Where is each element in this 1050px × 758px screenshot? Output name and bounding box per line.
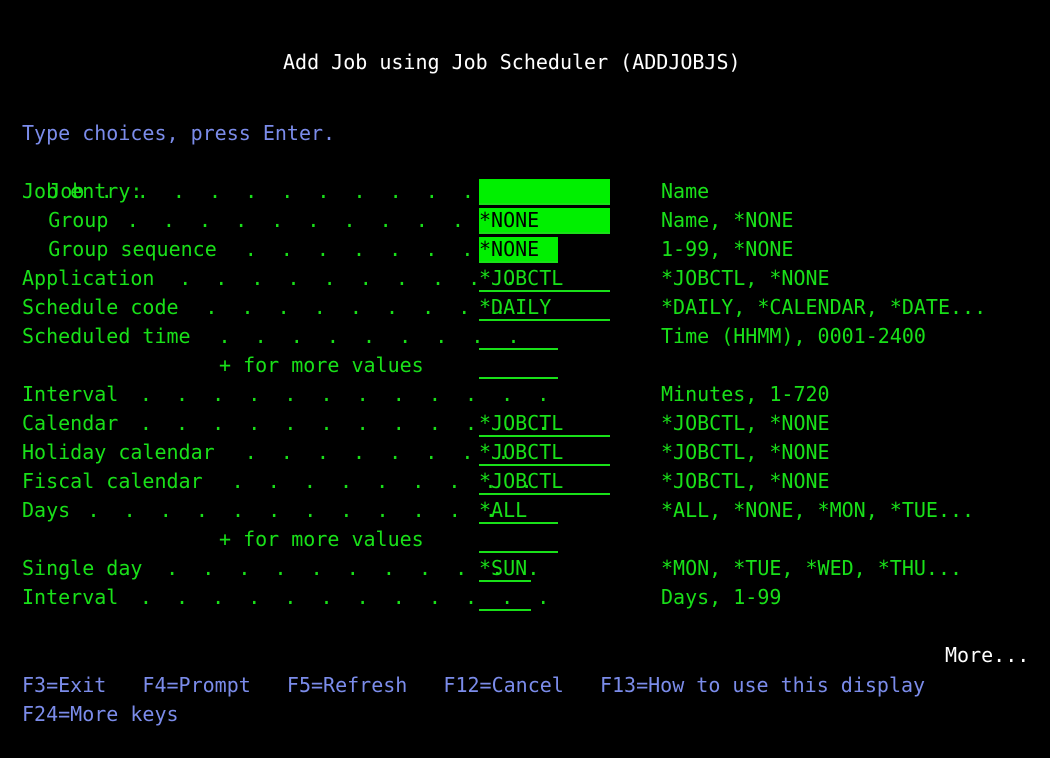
- field-help-text: Time (HHMM), 0001-2400: [661, 322, 926, 351]
- field-help-text: *JOBCTL, *NONE: [661, 467, 830, 496]
- field-help-text: *JOBCTL, *NONE: [661, 409, 830, 438]
- field-help-text: *ALL, *NONE, *MON, *TUE...: [661, 496, 974, 525]
- field-row: Calendar. . . . . . . . . . . .*JOBCTL*J…: [0, 409, 1050, 438]
- field-help-text: Name, *NONE: [661, 206, 793, 235]
- field-leader-dots: . . . . . . . .: [245, 438, 510, 467]
- field-help-text: Name: [661, 177, 709, 206]
- field-help-text: Days, 1-99: [661, 583, 781, 612]
- field-input[interactable]: [479, 585, 531, 611]
- field-label: Schedule code: [22, 293, 179, 322]
- field-row: Holiday calendar . . . . . . . .*JOBCTL *J…: [0, 438, 1050, 467]
- field-input[interactable]: *NONE: [479, 237, 558, 263]
- field-help-text: *JOBCTL, *NONE: [661, 264, 830, 293]
- function-keys-line-2[interactable]: F24=More keys: [22, 700, 179, 729]
- field-row: Group sequence . . . . . . .*NONE 1-99, *N…: [0, 235, 1050, 264]
- field-row: + for more values: [0, 351, 1050, 380]
- field-label: Days: [22, 496, 70, 525]
- field-label: Single day: [22, 554, 142, 583]
- field-row: Interval. . . . . . . . . . . .Days, 1-9…: [0, 583, 1050, 612]
- field-leader-dots: . . . . . . . . . . . .: [88, 496, 497, 525]
- field-row: Interval . . . . . . . . . . . . Minutes, …: [0, 380, 1050, 409]
- field-row: Single day. . . . . . . . . . .*SUN*MON,…: [0, 554, 1050, 583]
- field-label: Interval: [22, 380, 118, 409]
- field-row: Scheduled time . . . . . . . . . Time (HHM…: [0, 322, 1050, 351]
- instruction-row: Type choices, press Enter.: [0, 90, 1050, 119]
- field-leader-dots: . . . . . . . . . . . .: [140, 380, 549, 409]
- field-input[interactable]: [479, 353, 558, 379]
- field-row: Schedule code . . . . . . . . .*DAILY *DAI…: [0, 293, 1050, 322]
- field-input[interactable]: [479, 179, 610, 205]
- field-row: + for more values: [0, 525, 1050, 554]
- field-row: Job . . . . . . . . . . . . Name: [0, 177, 1050, 206]
- field-label: Holiday calendar: [22, 438, 215, 467]
- function-key-row-2[interactable]: F24=More keys: [0, 671, 1050, 700]
- field-leader-dots: . . . . . . . . . . .: [127, 206, 500, 235]
- field-label: Group sequence: [48, 235, 217, 264]
- field-input[interactable]: *JOBCTL: [479, 440, 610, 466]
- more-values-label: + for more values: [219, 351, 424, 380]
- field-input[interactable]: *NONE: [479, 208, 610, 234]
- field-leader-dots: . . . . . . .: [245, 235, 474, 264]
- field-leader-dots: . . . . . . . . . .: [179, 264, 516, 293]
- field-input[interactable]: *SUN: [479, 556, 531, 582]
- field-input[interactable]: [479, 324, 558, 350]
- field-input[interactable]: *ALL: [479, 498, 558, 524]
- field-input[interactable]: *JOBCTL: [479, 266, 610, 292]
- field-row: Group . . . . . . . . . . .*NONE Name, *NO…: [0, 206, 1050, 235]
- field-help-text: *DAILY, *CALENDAR, *DATE...: [661, 293, 986, 322]
- function-key-row-1[interactable]: F3=Exit F4=Prompt F5=Refresh F12=Cancel …: [0, 642, 1050, 671]
- field-help-text: *JOBCTL, *NONE: [661, 438, 830, 467]
- field-leader-dots: . . . . . . . . .: [205, 293, 506, 322]
- field-label: Group: [48, 206, 108, 235]
- field-row: Application . . . . . . . . . .*JOBCTL *JO…: [0, 264, 1050, 293]
- field-label: Scheduled time: [22, 322, 191, 351]
- page-title: Add Job using Job Scheduler (ADDJOBJS): [283, 48, 741, 77]
- field-label: Fiscal calendar: [22, 467, 203, 496]
- field-input[interactable]: [479, 527, 558, 553]
- field-input[interactable]: *DAILY: [479, 295, 610, 321]
- more-indicator-row: More...: [0, 612, 1050, 641]
- more-values-label: + for more values: [219, 525, 424, 554]
- instruction-text: Type choices, press Enter.: [22, 119, 335, 148]
- field-leader-dots: . . . . . . . . .: [219, 322, 520, 351]
- field-row: Fiscal calendar. . . . . . . . .*JOBCTL*…: [0, 467, 1050, 496]
- field-label: Calendar: [22, 409, 118, 438]
- field-leader-dots: . . . . . . . . . . . .: [101, 177, 510, 206]
- field-label: Application: [22, 264, 154, 293]
- screen-title-row: Add Job using Job Scheduler (ADDJOBJS): [0, 19, 1050, 48]
- terminal-screen: Add Job using Job Scheduler (ADDJOBJS) T…: [0, 0, 1050, 703]
- field-label: Interval: [22, 583, 118, 612]
- field-row: Days . . . . . . . . . . . .*ALL *ALL, *NO…: [0, 496, 1050, 525]
- field-input[interactable]: *JOBCTL: [479, 411, 610, 437]
- field-help-text: *MON, *TUE, *WED, *THU...: [661, 554, 962, 583]
- section-label-row: Job entry:: [0, 148, 1050, 177]
- field-help-text: 1-99, *NONE: [661, 235, 793, 264]
- field-input[interactable]: *JOBCTL: [479, 469, 610, 495]
- field-label: Job: [48, 177, 84, 206]
- field-help-text: Minutes, 1-720: [661, 380, 830, 409]
